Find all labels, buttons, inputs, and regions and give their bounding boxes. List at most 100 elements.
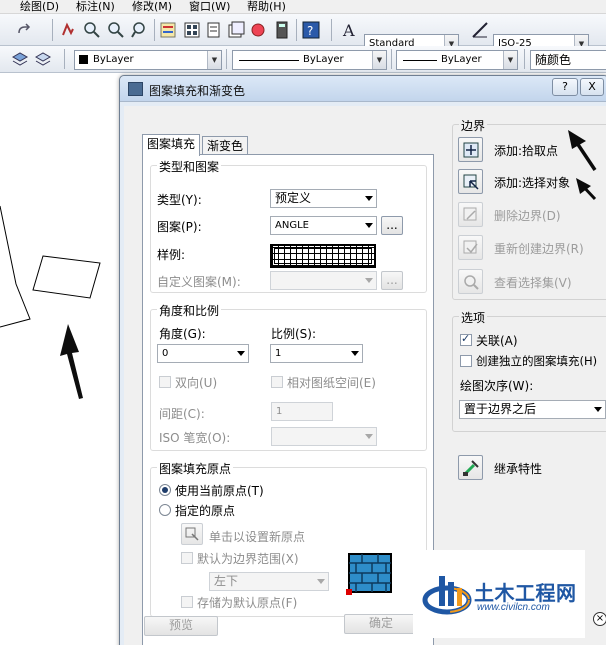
plot-style-select[interactable]: 随颜色: [530, 50, 606, 70]
click-set-origin-icon: [181, 523, 203, 545]
help-icon[interactable]: ?: [301, 20, 321, 40]
zoom-window-icon[interactable]: [106, 20, 126, 40]
close-button[interactable]: X: [580, 78, 604, 96]
redo-icon[interactable]: [14, 20, 34, 40]
use-current-origin-label: 使用当前原点(T): [175, 484, 264, 498]
type-pattern-group-title: 类型和图案: [157, 158, 222, 175]
help-button[interactable]: ?: [552, 78, 578, 96]
standard-toolbar: ? A Standard ▼ ISO-25 ▼: [0, 14, 606, 54]
preview-button: 预览: [144, 616, 218, 636]
menu-bar: 绘图(D) 标注(N) 修改(M) 窗口(W) 帮助(H): [0, 0, 606, 14]
ok-button[interactable]: 确定: [344, 614, 418, 634]
pattern-label: 图案(P):: [157, 220, 202, 234]
watermark-logo-icon: [422, 576, 472, 615]
separate-hatches-label: 创建独立的图案填充(H): [476, 354, 598, 368]
menu-window[interactable]: 窗口(W): [189, 0, 230, 13]
autocad-app-icon: [128, 82, 143, 96]
svg-text:A: A: [342, 21, 355, 39]
pattern-sample-swatch[interactable]: [270, 244, 376, 268]
chevron-down-icon: ▼: [372, 51, 386, 69]
extent-position-select: 左下: [209, 572, 329, 591]
pattern-select[interactable]: ANGLE: [270, 216, 377, 235]
canvas-geometry: [0, 205, 101, 399]
inherit-properties-icon: [458, 455, 483, 480]
properties-icon[interactable]: [158, 20, 178, 40]
relative-paper-label: 相对图纸空间(E): [287, 376, 376, 390]
markup-icon[interactable]: [248, 20, 268, 40]
chevron-down-icon: [594, 407, 602, 412]
angle-scale-group-title: 角度和比例: [157, 302, 222, 319]
chevron-down-icon: [365, 223, 373, 228]
chevron-down-icon: [365, 196, 373, 201]
associative-label: 关联(A): [476, 334, 518, 348]
calculator-icon[interactable]: [272, 20, 292, 40]
tab-hatch[interactable]: 图案填充: [142, 134, 200, 156]
zoom-realtime-icon[interactable]: [82, 20, 102, 40]
scale-select[interactable]: 1: [270, 344, 363, 363]
color-control-select[interactable]: ByLayer ▼: [74, 50, 222, 70]
zoom-previous-icon[interactable]: [130, 20, 150, 40]
store-default-checkbox: [181, 596, 193, 608]
color-swatch: [79, 54, 88, 64]
spacing-label: 间距(C):: [159, 407, 205, 421]
use-current-origin-radio[interactable]: [159, 484, 171, 496]
dim-style-icon[interactable]: [470, 20, 490, 40]
layer-states-icon[interactable]: [10, 49, 30, 69]
svg-text:?: ?: [307, 24, 313, 38]
associative-checkbox[interactable]: [460, 332, 472, 346]
properties-toolbar: ByLayer ▼ ByLayer ▼ ByLayer ▼ 随颜色: [0, 46, 606, 73]
pan-icon[interactable]: [58, 20, 78, 40]
type-label: 类型(Y):: [157, 193, 202, 207]
site-watermark: 土木工程网 www.civilcn.com: [413, 550, 585, 638]
menu-modify[interactable]: 修改(M): [132, 0, 172, 13]
default-extent-label: 默认为边界范围(X): [197, 552, 299, 566]
lineweight-sample: [403, 60, 437, 61]
menu-dimension[interactable]: 标注(N): [76, 0, 115, 13]
menu-draw[interactable]: 绘图(D): [20, 0, 59, 13]
custom-pattern-select: [270, 271, 377, 290]
custom-pattern-browse-button: ...: [381, 271, 403, 290]
remove-boundaries-icon: [458, 202, 483, 227]
iso-pen-width-select: [271, 427, 377, 446]
type-select[interactable]: 预定义: [270, 189, 377, 208]
double-checkbox: [159, 376, 171, 388]
circle-close-icon[interactable]: ×: [593, 612, 606, 626]
pick-points-icon: [458, 137, 483, 162]
menu-help[interactable]: 帮助(H): [247, 0, 286, 13]
drawing-canvas[interactable]: [0, 74, 120, 645]
draw-order-select[interactable]: 置于边界之后: [459, 400, 606, 419]
pattern-browse-button[interactable]: ...: [381, 216, 403, 235]
chevron-down-icon: [317, 579, 325, 584]
dialog-titlebar[interactable]: 图案填充和渐变色 ? X: [120, 76, 606, 102]
default-extent-checkbox: [181, 552, 193, 564]
view-selections-icon: [458, 269, 483, 294]
dialog-title: 图案填充和渐变色: [149, 84, 246, 98]
specified-origin-radio[interactable]: [159, 504, 171, 516]
layer-previous-icon[interactable]: [33, 49, 53, 69]
watermark-url: www.civilcn.com: [477, 602, 550, 613]
store-default-label: 存储为默认原点(F): [197, 596, 298, 610]
draw-order-label: 绘图次序(W):: [460, 379, 534, 393]
custom-pattern-label: 自定义图案(M):: [157, 275, 241, 289]
tool-palettes-icon[interactable]: [204, 20, 224, 40]
sheet-set-icon[interactable]: [226, 20, 246, 40]
relative-paper-checkbox: [271, 376, 283, 388]
select-objects-icon: [458, 169, 483, 194]
double-label: 双向(U): [175, 376, 218, 390]
angle-select[interactable]: 0: [157, 344, 249, 363]
design-center-icon[interactable]: [182, 20, 202, 40]
tab-gradient[interactable]: 渐变色: [202, 136, 248, 156]
options-group-title: 选项: [459, 309, 488, 326]
chevron-down-icon: ▼: [207, 51, 221, 69]
boundaries-group-title: 边界: [459, 117, 488, 134]
angle-label: 角度(G):: [159, 327, 206, 341]
hatch-tab-panel: 类型和图案 类型(Y): 预定义 图案(P): ANGLE ... 样例: 自定…: [142, 154, 434, 645]
hatch-origin-group-title: 图案填充原点: [157, 460, 234, 477]
chevron-down-icon: [365, 434, 373, 439]
linetype-sample: [239, 60, 299, 61]
specified-origin-label: 指定的原点: [175, 504, 236, 518]
text-style-icon[interactable]: A: [340, 20, 360, 40]
separate-hatches-checkbox[interactable]: [460, 355, 472, 367]
linetype-control-select[interactable]: ByLayer ▼: [232, 50, 387, 70]
lineweight-control-select[interactable]: ByLayer ▼: [396, 50, 518, 70]
